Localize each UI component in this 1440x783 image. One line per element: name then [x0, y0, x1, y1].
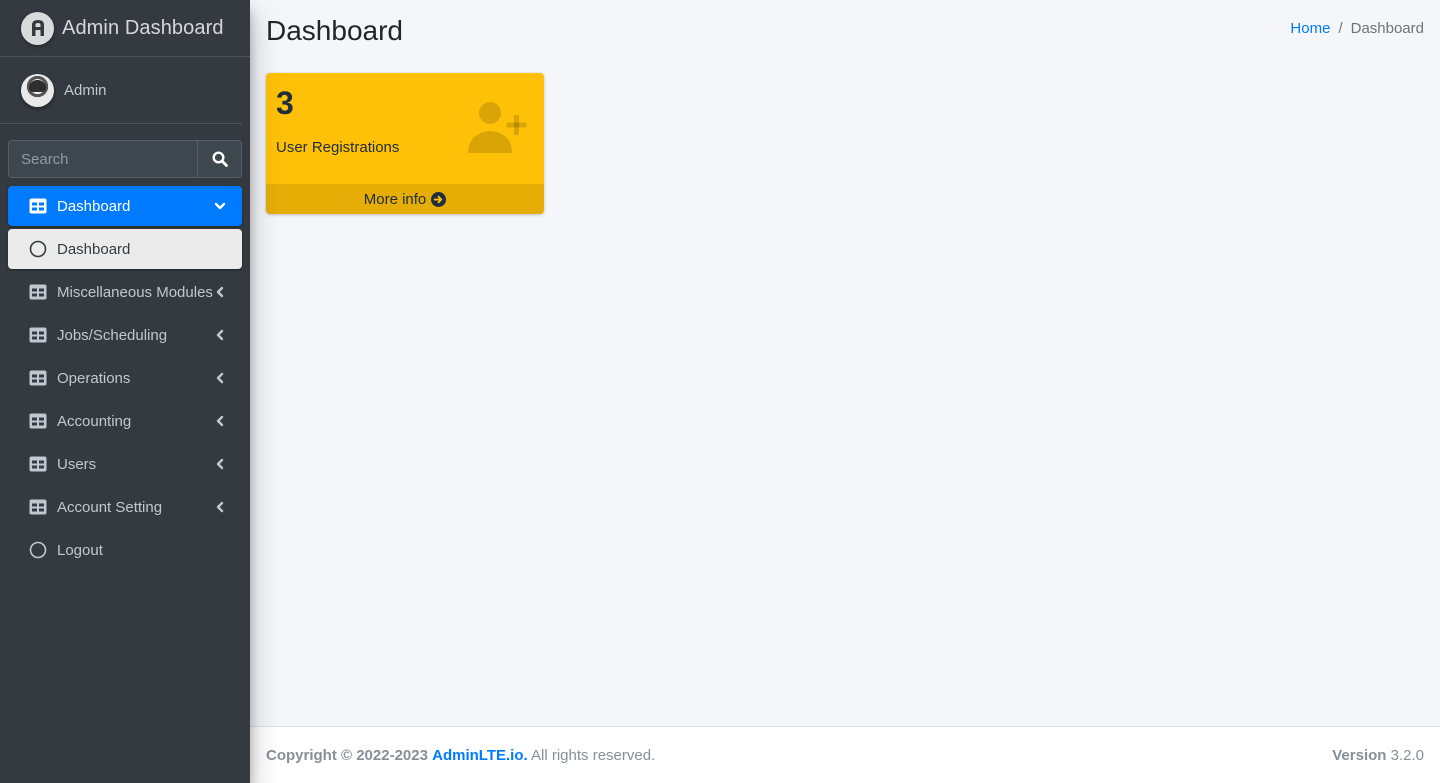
user-plus-icon — [468, 102, 527, 153]
brand-title: Admin Dashboard — [62, 16, 224, 39]
chevron-left-icon — [214, 415, 226, 427]
version-info: Version 3.2.0 — [1332, 747, 1424, 764]
version-label: Version — [1332, 746, 1387, 764]
user-name[interactable]: Admin — [64, 82, 107, 99]
chevron-left-icon — [214, 286, 226, 298]
user-registrations-box: 3 User Registrations More info — [266, 73, 544, 214]
main-footer: Copyright © 2022-2023 AdminLTE.io. All r… — [250, 726, 1440, 783]
sidebar-item-logout[interactable]: Logout — [8, 530, 242, 570]
avatar — [21, 73, 54, 107]
user-panel[interactable]: Admin — [0, 57, 242, 124]
sidebar-item-miscellaneous-modules[interactable]: Miscellaneous Modules — [8, 272, 242, 312]
chevron-left-icon — [214, 372, 226, 384]
chevron-left-icon — [214, 501, 226, 513]
sidebar-item-label: Users — [57, 455, 97, 473]
sidebar-item-label: Dashboard — [57, 197, 131, 215]
copyright: Copyright © 2022-2023 AdminLTE.io. All r… — [266, 747, 655, 764]
table-icon — [28, 196, 48, 216]
breadcrumb: Home / Dashboard — [1290, 20, 1424, 37]
main-sidebar: Admin Dashboard Admin DashboardDashboard… — [0, 0, 250, 783]
sidebar-item-label: Logout — [57, 541, 103, 559]
circle-icon — [28, 239, 48, 259]
table-icon — [28, 368, 48, 388]
search-input[interactable] — [8, 140, 197, 178]
sidebar-item-label: Accounting — [57, 412, 132, 430]
sidebar-item-label: Miscellaneous Modules — [57, 283, 213, 301]
table-icon — [28, 454, 48, 474]
table-icon — [28, 325, 48, 345]
chevron-left-icon — [214, 329, 226, 341]
version-number: 3.2.0 — [1390, 746, 1424, 764]
table-icon — [28, 411, 48, 431]
sidebar-item-account-setting[interactable]: Account Setting — [8, 487, 242, 527]
table-icon — [28, 497, 48, 517]
sidebar-item-label: Account Setting — [57, 498, 163, 516]
more-info-link[interactable]: More info — [266, 184, 544, 214]
sidebar-nav: Dashboard Dashboard Miscellaneous Modules J… — [8, 186, 242, 573]
rights-text: All rights reserved. — [531, 746, 656, 764]
breadcrumb-separator: / — [1338, 20, 1343, 37]
breadcrumb-home-link[interactable]: Home — [1290, 20, 1330, 37]
brand-link[interactable]: Admin Dashboard — [0, 0, 250, 57]
chevron-left-icon — [214, 458, 226, 470]
adminlte-logo-icon — [21, 11, 54, 45]
registrations-label: User Registrations — [276, 139, 400, 156]
sidebar-search — [8, 140, 242, 178]
adminlte-link[interactable]: AdminLTE.io. — [432, 747, 528, 764]
table-icon — [28, 282, 48, 302]
sidebar-item-dashboard-sub[interactable]: Dashboard — [8, 229, 242, 269]
arrow-circle-right-icon — [431, 191, 447, 207]
sidebar-item-jobs-scheduling[interactable]: Jobs/Scheduling — [8, 315, 242, 355]
sidebar-item-label: Dashboard — [57, 240, 131, 258]
copyright-text: Copyright © 2022-2023 — [266, 746, 428, 764]
sidebar-item-dashboard[interactable]: Dashboard — [8, 186, 242, 226]
breadcrumb-current: Dashboard — [1350, 20, 1424, 37]
sidebar-item-users[interactable]: Users — [8, 444, 242, 484]
circle-icon — [28, 540, 48, 560]
page-title: Dashboard — [266, 15, 403, 46]
more-info-label: More info — [363, 190, 427, 208]
registrations-count: 3 — [276, 85, 294, 121]
search-icon — [211, 151, 228, 167]
sidebar-item-operations[interactable]: Operations — [8, 358, 242, 398]
sidebar-item-label: Jobs/Scheduling — [57, 326, 168, 344]
sidebar-item-accounting[interactable]: Accounting — [8, 401, 242, 441]
search-button[interactable] — [197, 140, 242, 178]
sidebar-item-label: Operations — [57, 369, 131, 387]
chevron-down-icon — [214, 200, 226, 212]
